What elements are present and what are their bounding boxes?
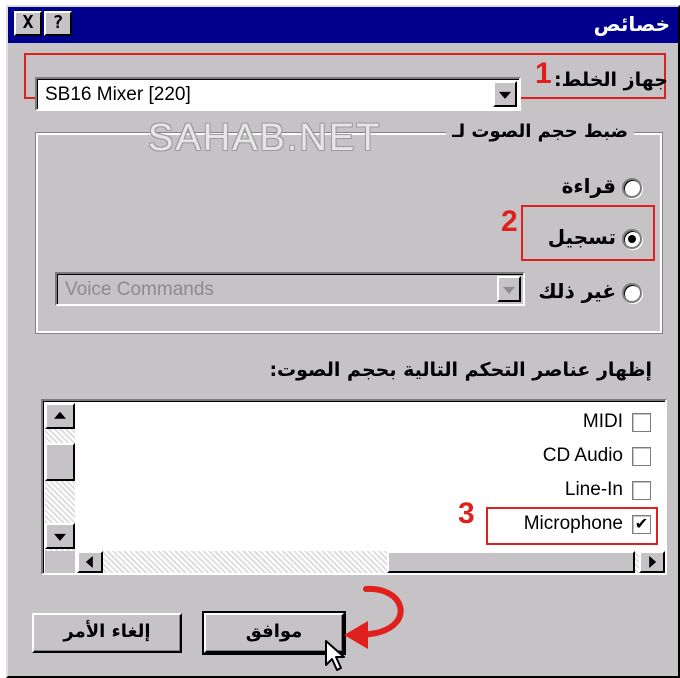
- scroll-right-icon[interactable]: [639, 551, 665, 573]
- list-item-label: MIDI: [582, 411, 623, 432]
- checkbox-cd-audio[interactable]: [632, 447, 651, 466]
- scroll-up-icon[interactable]: [45, 403, 75, 429]
- checkbox-line-in[interactable]: [632, 481, 651, 500]
- radio-playback-label: قراءة: [561, 174, 616, 198]
- controls-listbox[interactable]: MIDI CD Audio Line-In ✔ Microphone: [41, 399, 667, 575]
- chevron-down-icon: [497, 276, 521, 302]
- vertical-scrollbar[interactable]: [45, 403, 75, 551]
- radio-other-label: غير ذلك: [538, 279, 616, 303]
- scroll-thumb[interactable]: [45, 443, 75, 481]
- mouse-pointer-icon: [325, 640, 345, 671]
- radio-other[interactable]: [622, 283, 642, 303]
- ok-button[interactable]: موافق: [202, 611, 346, 655]
- list-item-label: CD Audio: [542, 445, 623, 466]
- cancel-button[interactable]: إلغاء الأمر: [32, 613, 182, 653]
- checkbox-midi[interactable]: [632, 413, 651, 432]
- other-device-value: Voice Commands: [65, 279, 214, 300]
- radio-playback[interactable]: [622, 178, 642, 198]
- title-bar: X ? خصائص: [8, 7, 678, 43]
- watermark: SAHAB.NET: [148, 117, 382, 159]
- radio-recording[interactable]: [622, 229, 642, 249]
- scroll-corner: [45, 551, 75, 573]
- list-item-label: Line-In: [564, 479, 623, 500]
- close-icon[interactable]: X: [14, 11, 42, 36]
- horizontal-scrollbar[interactable]: [77, 551, 665, 573]
- controls-list-label: إظهار عناصر التحكم التالية بحجم الصوت:: [269, 359, 652, 381]
- horizontal-scroll-thumb[interactable]: [387, 551, 635, 573]
- scroll-down-icon[interactable]: [45, 523, 75, 549]
- other-device-select: Voice Commands: [55, 272, 525, 306]
- scroll-left-icon[interactable]: [77, 551, 103, 573]
- mixer-device-select[interactable]: SB16 Mixer [220]: [35, 77, 521, 111]
- annotation-number-1: 1: [535, 57, 552, 90]
- mixer-device-label: جهاز الخلط:: [554, 69, 668, 91]
- help-icon[interactable]: ?: [44, 11, 72, 36]
- properties-dialog: X ? خصائص 1 جهاز الخلط: SB16 Mixer [220]…: [6, 5, 680, 678]
- window-title: خصائص: [593, 12, 670, 36]
- annotation-box-3: [486, 507, 658, 545]
- chevron-down-icon[interactable]: [493, 81, 517, 107]
- volume-group-title: ضبط حجم الصوت لـ: [446, 121, 634, 142]
- annotation-number-3: 3: [458, 497, 475, 530]
- mixer-device-value: SB16 Mixer [220]: [45, 84, 191, 105]
- annotation-number-2: 2: [501, 205, 518, 238]
- radio-recording-label: تسجيل: [547, 225, 616, 249]
